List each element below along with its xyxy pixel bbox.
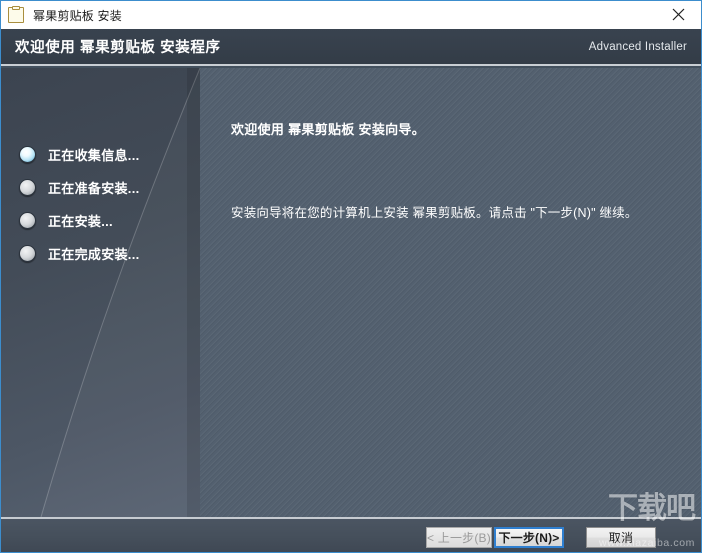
step-label: 正在完成安装... xyxy=(48,247,140,262)
header-title: 欢迎使用 幂果剪贴板 安装程序 xyxy=(15,40,221,56)
welcome-description: 安装向导将在您的计算机上安装 幂果剪贴板。请点击 "下一步(N)" 继续。 xyxy=(231,206,638,220)
step-label: 正在安装... xyxy=(48,214,113,229)
header-brand-label: Advanced Installer xyxy=(588,40,687,53)
sidebar: 正在收集信息... 正在准备安装... 正在安装... 正在完成安装... xyxy=(1,68,200,517)
step-radio-icon xyxy=(19,146,36,163)
sidebar-step-preparing: 正在准备安装... xyxy=(1,171,200,204)
back-button[interactable]: < 上一步(B) xyxy=(426,527,492,548)
title-bar: 幂果剪贴板 安装 xyxy=(1,1,701,30)
main-content-panel: 欢迎使用 幂果剪贴板 安装向导。 安装向导将在您的计算机上安装 幂果剪贴板。请点… xyxy=(200,68,701,517)
installer-window: 幂果剪贴板 安装 欢迎使用 幂果剪贴板 安装程序 Advanced Instal… xyxy=(0,0,702,553)
step-label: 正在收集信息... xyxy=(48,148,140,163)
clipboard-icon xyxy=(8,6,24,23)
sidebar-step-collecting: 正在收集信息... xyxy=(1,138,200,171)
step-label: 正在准备安装... xyxy=(48,181,140,196)
sidebar-step-installing: 正在安装... xyxy=(1,204,200,237)
step-radio-icon xyxy=(19,212,36,229)
welcome-heading: 欢迎使用 幂果剪贴板 安装向导。 xyxy=(231,122,426,137)
sidebar-decorative-curve xyxy=(40,68,200,517)
sidebar-step-finalizing: 正在完成安装... xyxy=(1,237,200,270)
window-title: 幂果剪贴板 安装 xyxy=(33,8,122,23)
footer-button-bar: < 上一步(B) 下一步(N)> 取消 xyxy=(1,517,701,552)
step-list: 正在收集信息... 正在准备安装... 正在安装... 正在完成安装... xyxy=(1,138,200,270)
step-radio-icon xyxy=(19,179,36,196)
step-radio-icon xyxy=(19,245,36,262)
cancel-button[interactable]: 取消 xyxy=(586,527,656,548)
close-icon xyxy=(672,8,685,21)
close-button[interactable] xyxy=(656,1,701,28)
next-button[interactable]: 下一步(N)> xyxy=(494,527,564,548)
header-band: 欢迎使用 幂果剪贴板 安装程序 Advanced Installer xyxy=(1,29,701,66)
